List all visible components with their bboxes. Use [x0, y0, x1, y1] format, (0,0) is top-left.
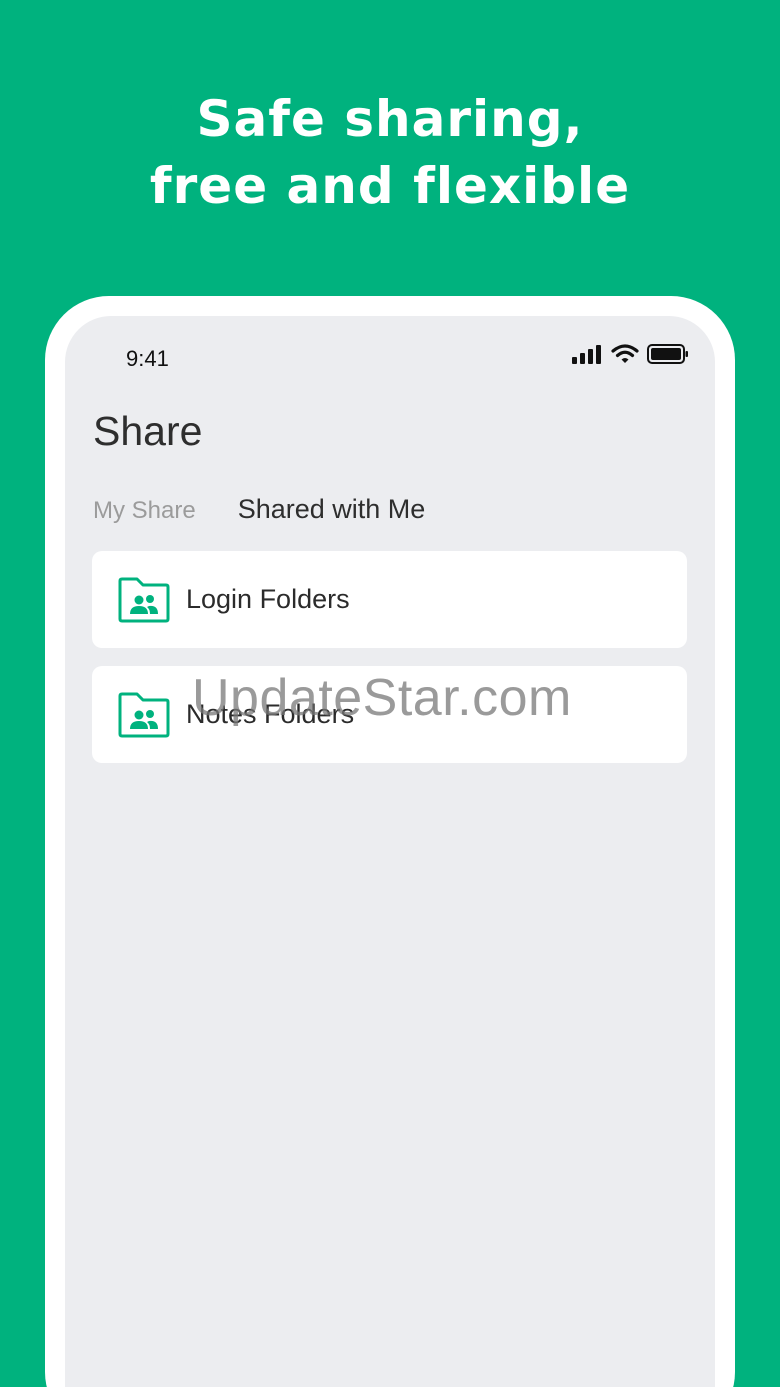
folder-label: Login Folders	[186, 584, 350, 614]
signal-icon	[572, 345, 601, 364]
folder-item-notes[interactable]: Notes Folders	[92, 666, 687, 763]
battery-icon	[647, 344, 688, 364]
shared-folder-icon	[118, 577, 170, 622]
tab-my-share[interactable]: My Share	[93, 497, 196, 525]
tab-shared-with-me[interactable]: Shared with Me	[238, 494, 426, 525]
wifi-icon	[611, 344, 639, 363]
promo-headline: Safe sharing, free and flexible	[0, 86, 780, 220]
shared-folder-icon	[118, 692, 170, 737]
status-icons	[571, 344, 689, 364]
share-tabs: My Share Shared with Me	[93, 494, 425, 525]
headline-line-2: free and flexible	[149, 157, 631, 215]
folder-label: Notes Folders	[186, 699, 355, 729]
page-title: Share	[93, 408, 203, 454]
folder-item-login[interactable]: Login Folders	[92, 551, 687, 648]
headline-line-1: Safe sharing,	[196, 90, 584, 148]
app-store-screenshot: Safe sharing, free and flexible 9:41 Sha…	[0, 0, 780, 1387]
phone-screen: 9:41 Share My Share Shared with Me Login…	[65, 316, 715, 1387]
status-time: 9:41	[126, 346, 169, 371]
